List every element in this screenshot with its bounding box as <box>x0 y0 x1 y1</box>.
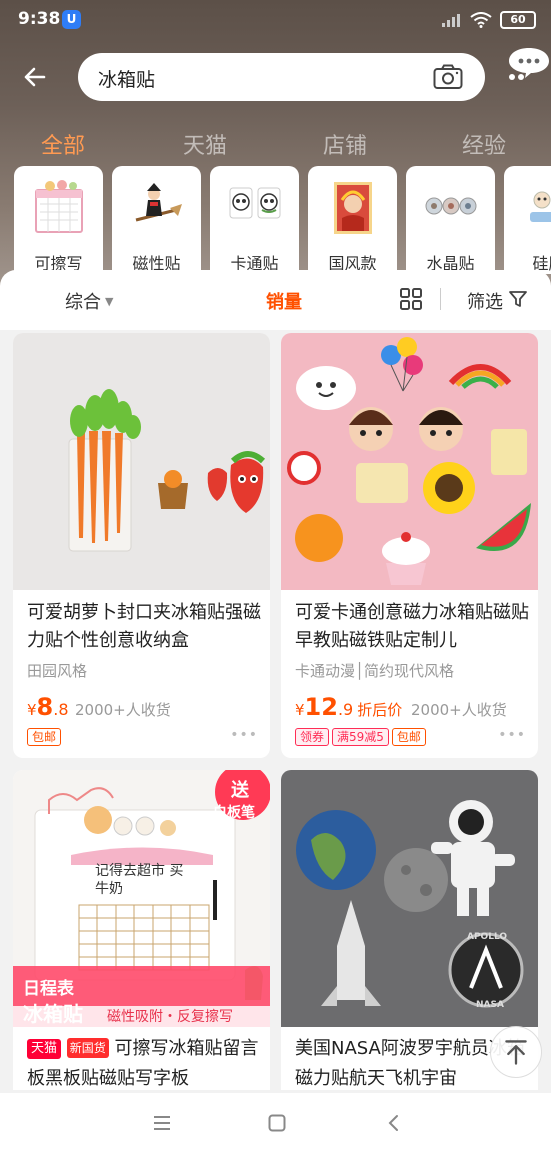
tab-experience[interactable]: 经验 <box>462 128 506 160</box>
more-options-icon[interactable] <box>503 44 551 92</box>
image-slogan: 磁性吸附・反复擦写 <box>107 1009 233 1025</box>
category-image <box>530 191 551 222</box>
more-dots-icon[interactable]: ••• <box>498 727 526 743</box>
product-card[interactable]: 可爱卡通创意磁力冰箱贴磁贴早教贴磁铁贴定制儿 卡通动漫│简约现代风格 ¥12.9… <box>281 333 538 758</box>
coupon-badge[interactable]: 领券 <box>295 728 330 746</box>
category-card-chinese-style[interactable]: 国风款 <box>308 166 397 274</box>
status-time: 9:38 <box>18 9 61 29</box>
search-tabs: 全部 天猫 店铺 经验 <box>0 128 551 164</box>
gift-badge-subtext: 白板笔 <box>213 805 255 821</box>
price-decimal: .9 <box>337 700 354 719</box>
category-image <box>229 187 281 219</box>
caret-down-icon: ▼ <box>105 295 114 308</box>
system-nav-bar <box>0 1093 551 1150</box>
sold-count: 2000+人收货 <box>75 701 171 719</box>
product-title[interactable]: 可爱卡通创意磁力冰箱贴磁贴早教贴磁铁贴定制儿 <box>295 599 531 655</box>
tmall-badge: 天猫 <box>27 1039 62 1059</box>
home-icon[interactable] <box>267 1113 287 1133</box>
image-title: 日程表 <box>23 979 74 999</box>
product-title[interactable]: 天猫 新国货 可擦写冰箱贴留言板黑板贴磁贴写字板 <box>27 1034 267 1090</box>
product-card[interactable]: 可爱胡萝卜封口夹冰箱贴强磁力贴个性创意收纳盒 田园风格 ¥8.8 2000+人收… <box>13 333 270 758</box>
battery-indicator: 60 <box>500 11 536 29</box>
product-style: 田园风格 <box>27 662 88 680</box>
deal-badge: 满59减5 <box>332 728 389 746</box>
product-grid: 可爱胡萝卜封口夹冰箱贴强磁力贴个性创意收纳盒 田园风格 ¥8.8 2000+人收… <box>0 330 551 1090</box>
product-image[interactable] <box>281 770 538 1027</box>
product-image[interactable] <box>13 333 270 590</box>
camera-icon[interactable] <box>433 64 463 90</box>
new-goods-badge: 新国货 <box>66 1038 109 1058</box>
more-dots-icon[interactable]: ••• <box>230 727 258 743</box>
price-decimal: .8 <box>53 700 69 719</box>
category-card-cartoon[interactable]: 卡通贴 <box>210 166 299 274</box>
sort-by-sales[interactable]: 销量 <box>266 288 302 314</box>
free-shipping-badge: 包邮 <box>391 728 426 746</box>
back-to-top-button[interactable] <box>490 1026 542 1078</box>
divider <box>440 288 441 310</box>
currency-symbol: ¥ <box>295 701 305 719</box>
badge-row: 领券 满59减5 包邮 <box>295 726 429 746</box>
search-input[interactable]: 冰箱贴 <box>78 53 485 101</box>
search-query: 冰箱贴 <box>98 69 156 91</box>
category-image <box>334 182 372 234</box>
wifi-icon <box>470 12 492 28</box>
category-card-magnetic[interactable]: 磁性贴 <box>112 166 201 274</box>
sold-count: 2000+人收货 <box>411 701 507 719</box>
image-title: 冰箱贴 <box>23 1002 83 1026</box>
filter-button[interactable]: 筛选 <box>467 288 503 314</box>
product-price: ¥8.8 <box>27 693 69 721</box>
apollo-text: APOLLO <box>467 932 508 942</box>
product-card[interactable]: 送 白板笔 记得去超市 买牛奶 日程表 冰箱贴 磁性吸附・反复擦写 天猫 新国货… <box>13 770 270 1090</box>
gift-badge-text: 送 <box>231 780 249 801</box>
discount-price-label: 折后价 <box>357 701 403 719</box>
product-image[interactable] <box>281 333 538 590</box>
board-text: 记得去超市 买牛奶 <box>95 863 184 897</box>
tab-all[interactable]: 全部 <box>41 128 85 160</box>
category-card-erasable[interactable]: 可擦写 <box>14 166 103 274</box>
category-card-silicone[interactable]: 硅胶 <box>504 166 551 274</box>
app-notification-icon: U <box>62 10 81 29</box>
product-title[interactable]: 可爱胡萝卜封口夹冰箱贴强磁力贴个性创意收纳盒 <box>27 599 263 655</box>
currency-symbol: ¥ <box>27 701 37 719</box>
sort-label: 综合 <box>65 292 101 313</box>
status-bar: 9:38 U 60 <box>0 0 551 40</box>
free-shipping-badge: 包邮 <box>27 728 62 746</box>
badge-row: 包邮 <box>27 726 64 746</box>
category-image <box>425 197 477 215</box>
price-integer: 8 <box>36 693 54 721</box>
signal-icon <box>442 14 460 27</box>
funnel-icon[interactable] <box>508 289 528 309</box>
category-card-crystal[interactable]: 水晶贴 <box>406 166 495 274</box>
nasa-text: NASA <box>476 1000 504 1010</box>
filter-bar: 综合 ▼ 销量 筛选 <box>0 270 551 330</box>
back-arrow-icon[interactable] <box>18 60 52 94</box>
grid-view-icon[interactable] <box>399 287 423 311</box>
tab-tmall[interactable]: 天猫 <box>183 128 227 160</box>
tab-shops[interactable]: 店铺 <box>323 128 367 160</box>
menu-icon[interactable] <box>152 1113 172 1133</box>
product-price: ¥12.9 折后价 <box>295 693 402 721</box>
category-row: 可擦写 磁性贴 卡通贴 国风款 水晶贴 硅 <box>14 166 551 274</box>
category-image <box>35 180 83 233</box>
category-image <box>135 183 182 222</box>
product-style: 卡通动漫│简约现代风格 <box>295 662 455 680</box>
back-icon[interactable] <box>384 1113 404 1133</box>
product-title-text: 可擦写冰箱贴留言板黑板贴磁贴写字板 <box>27 1038 259 1089</box>
sort-dropdown[interactable]: 综合 ▼ <box>65 288 113 314</box>
price-integer: 12 <box>304 693 338 721</box>
